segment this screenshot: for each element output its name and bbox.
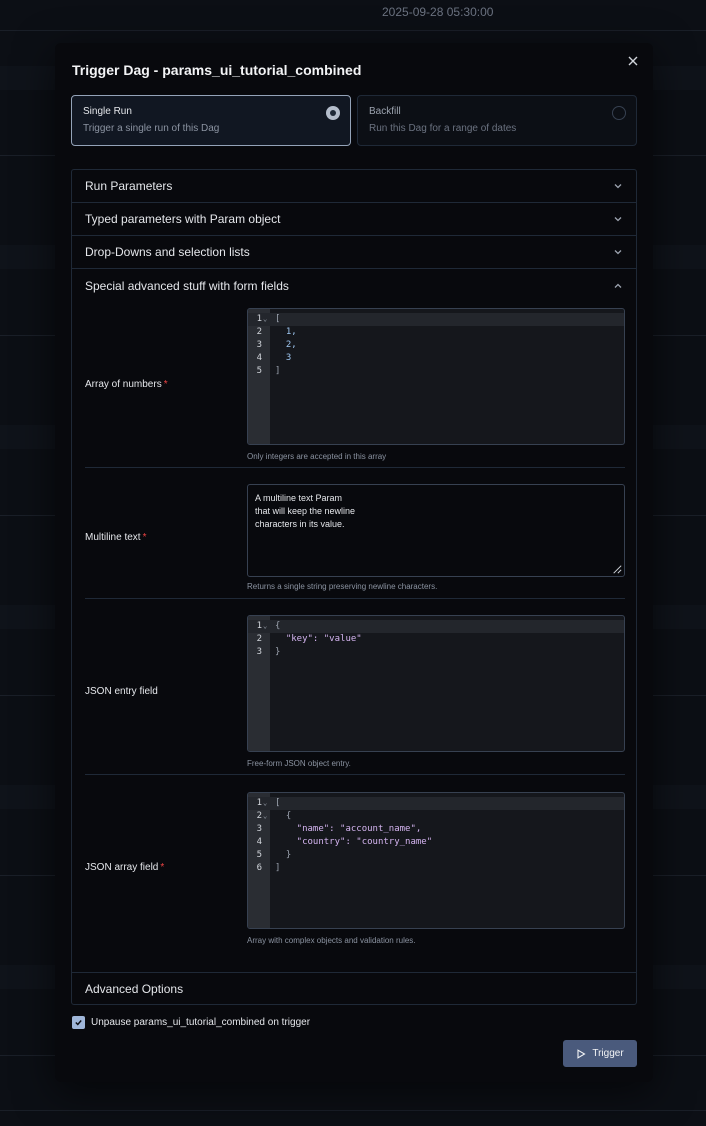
section-title: Drop-Downs and selection lists <box>85 245 250 259</box>
chevron-down-icon <box>614 217 622 222</box>
helper-json-array: Array with complex objects and validatio… <box>247 936 416 945</box>
json-entry-editor[interactable]: 1 ⌄{ 2 "key": "value" 3} <box>247 615 625 752</box>
trigger-button[interactable]: Trigger <box>563 1040 637 1067</box>
section-advanced-options[interactable]: Advanced Options <box>72 972 636 1005</box>
trigger-label: Trigger <box>592 1048 624 1059</box>
field-label-multiline: Multiline text * <box>85 532 147 543</box>
run-mode-single[interactable]: Single Run Trigger a single run of this … <box>71 95 351 146</box>
close-icon <box>628 56 638 66</box>
chevron-down-icon <box>614 250 622 255</box>
play-icon <box>577 1048 586 1059</box>
field-label-array-numbers: Array of numbers * <box>85 379 168 390</box>
section-typed-parameters[interactable]: Typed parameters with Param object <box>72 203 636 236</box>
run-mode-desc: Trigger a single run of this Dag <box>83 123 220 134</box>
section-special-advanced[interactable]: Special advanced stuff with form fields <box>72 269 636 302</box>
section-dropdowns[interactable]: Drop-Downs and selection lists <box>72 236 636 269</box>
field-label-json-entry: JSON entry field <box>85 686 158 697</box>
helper-multiline: Returns a single string preserving newli… <box>247 582 438 591</box>
section-title: Special advanced stuff with form fields <box>85 278 289 293</box>
section-title: Run Parameters <box>85 179 173 193</box>
multiline-textarea[interactable]: A multiline text Param that will keep th… <box>247 484 625 577</box>
run-mode-title: Single Run <box>83 106 132 117</box>
radio-unselected-icon[interactable] <box>612 106 626 120</box>
radio-selected-icon[interactable] <box>326 106 340 120</box>
field-label-json-array: JSON array field * <box>85 862 165 873</box>
run-mode-title: Backfill <box>369 106 401 117</box>
array-numbers-editor[interactable]: 1 ⌄[ 2 1, 3 2, 4 3 5] <box>247 308 625 445</box>
section-run-parameters[interactable]: Run Parameters <box>72 170 636 203</box>
params-accordion: Run Parameters Typed parameters with Par… <box>71 169 637 1005</box>
section-title: Advanced Options <box>85 982 184 996</box>
resize-handle-icon[interactable] <box>612 564 622 574</box>
section-title: Typed parameters with Param object <box>85 212 281 226</box>
helper-array-numbers: Only integers are accepted in this array <box>247 452 387 461</box>
check-icon <box>75 1020 82 1026</box>
trigger-dag-dialog: Trigger Dag - params_ui_tutorial_combine… <box>55 43 653 1082</box>
background-timestamp: 2025-09-28 05:30:00 <box>382 5 494 19</box>
run-mode-desc: Run this Dag for a range of dates <box>369 123 517 134</box>
helper-json-entry: Free-form JSON object entry. <box>247 759 351 768</box>
chevron-down-icon <box>614 184 622 189</box>
close-button[interactable] <box>625 53 641 69</box>
unpause-label: Unpause params_ui_tutorial_combined on t… <box>91 1017 311 1028</box>
dialog-title: Trigger Dag - params_ui_tutorial_combine… <box>72 62 362 78</box>
json-array-editor[interactable]: 1 ⌄[ 2 ⌄ { 3 "name": "account_name", 4 "co… <box>247 792 625 929</box>
unpause-checkbox[interactable] <box>72 1016 85 1029</box>
chevron-up-icon <box>614 283 622 288</box>
run-mode-backfill[interactable]: Backfill Run this Dag for a range of dat… <box>357 95 637 146</box>
